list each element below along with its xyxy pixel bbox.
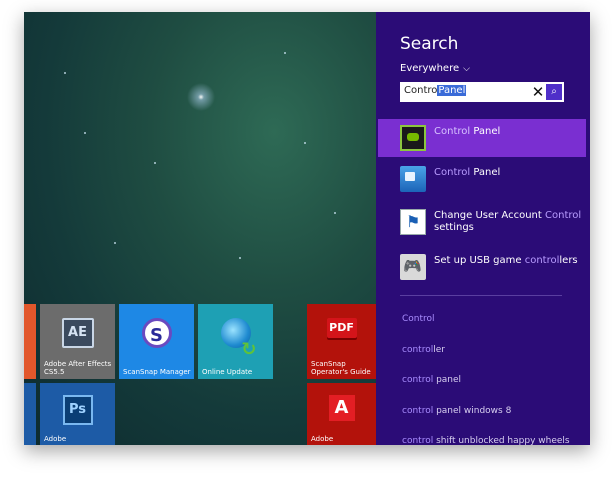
search-suggestion[interactable]: control panel windows 8: [402, 406, 511, 416]
search-suggestion[interactable]: control panel: [402, 375, 461, 385]
result-label: Set up USB game controllers: [434, 255, 578, 266]
after-effects-icon: AE: [61, 318, 94, 348]
start-screen: AE Adobe After Effects CS5.5 S ScanSnap …: [24, 12, 376, 445]
result-label: Change User Account Control settings: [434, 210, 582, 233]
search-suggestion[interactable]: Control: [402, 314, 435, 324]
star: [84, 132, 86, 134]
search-result-uac-settings[interactable]: Change User Account Control settings: [378, 203, 586, 241]
tile-online-update[interactable]: Online Update: [198, 304, 273, 379]
result-label: Control Panel: [434, 167, 501, 178]
tile-photoshop[interactable]: Ps Adobe: [40, 383, 115, 445]
control-panel-icon: [400, 166, 426, 192]
search-charm-panel: Search Everywhere ⌵ ControPanel ✕ ⌕ Contr…: [376, 12, 590, 445]
tile-adobe-reader[interactable]: A Adobe: [307, 383, 376, 445]
photoshop-icon: Ps: [62, 395, 93, 425]
online-update-icon: [220, 318, 257, 354]
panel-title: Search: [400, 34, 459, 54]
tile-scansnap-guide[interactable]: PDF ScanSnap Operator's Guide: [307, 304, 376, 379]
search-result-control-panel[interactable]: Control Panel: [378, 160, 586, 198]
star: [239, 257, 241, 259]
scansnap-icon: S: [141, 318, 172, 348]
nvidia-control-panel-icon: [400, 125, 426, 151]
chevron-down-icon: ⌵: [463, 64, 470, 74]
gamepad-icon: [400, 254, 426, 280]
search-input-selected: Panel: [437, 85, 467, 96]
results-divider: [400, 295, 562, 296]
uac-flag-icon: [400, 209, 426, 235]
star: [334, 212, 336, 214]
search-scope-label: Everywhere: [400, 63, 460, 74]
search-input[interactable]: ControPanel ✕ ⌕: [400, 82, 564, 102]
tile-label: ScanSnap Manager: [123, 368, 191, 376]
tile-label: Online Update: [202, 368, 253, 376]
tile-partial-orange[interactable]: [24, 304, 36, 379]
clear-search-icon[interactable]: ✕: [531, 82, 545, 102]
star: [304, 142, 306, 144]
search-result-usb-game-controllers[interactable]: Set up USB game controllers: [378, 248, 586, 286]
tile-after-effects[interactable]: AE Adobe After Effects CS5.5: [40, 304, 115, 379]
star: [154, 162, 156, 164]
search-result-nvidia-control-panel[interactable]: Control Panel: [378, 119, 586, 157]
pdf-icon: PDF: [326, 318, 357, 338]
star: [114, 242, 116, 244]
search-suggestion[interactable]: control shift unblocked happy wheels: [402, 436, 570, 445]
tile-label: Adobe: [44, 435, 67, 443]
tile-label: Adobe: [311, 435, 334, 443]
star: [284, 52, 286, 54]
adobe-reader-icon: A: [328, 395, 355, 421]
search-suggestion[interactable]: controller: [402, 345, 445, 355]
tile-partial-blue[interactable]: [24, 383, 36, 445]
tile-label: Adobe After Effects CS5.5: [44, 360, 112, 376]
search-input-typed: Contro: [404, 85, 438, 96]
result-label: Control Panel: [434, 126, 501, 137]
search-scope-dropdown[interactable]: Everywhere ⌵: [400, 63, 470, 74]
tile-scansnap-manager[interactable]: S ScanSnap Manager: [119, 304, 194, 379]
screen-frame: AE Adobe After Effects CS5.5 S ScanSnap …: [24, 12, 590, 445]
tile-label: ScanSnap Operator's Guide: [311, 360, 371, 376]
search-icon[interactable]: ⌕: [546, 84, 562, 100]
star: [64, 72, 66, 74]
